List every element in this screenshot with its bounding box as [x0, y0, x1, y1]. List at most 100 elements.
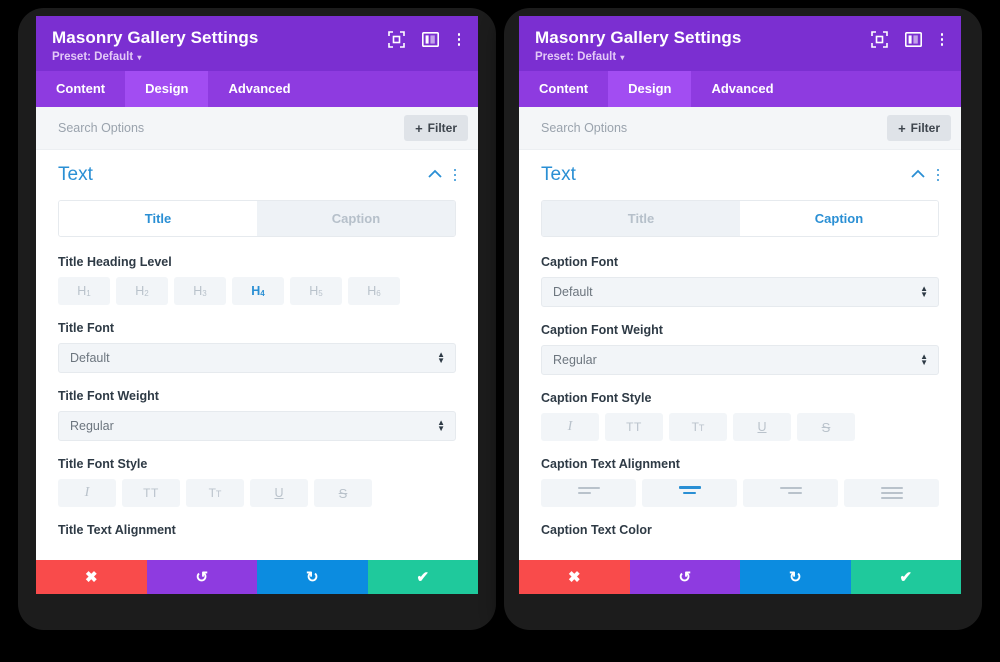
more-vertical-icon[interactable]	[456, 33, 463, 46]
redo-button[interactable]: ↻	[740, 560, 851, 594]
filter-button[interactable]: + Filter	[887, 115, 951, 141]
uppercase-icon-button[interactable]: TT	[122, 479, 180, 507]
save-icon: ✔	[899, 568, 913, 586]
toggle-caption[interactable]: Caption	[740, 201, 938, 236]
uppercase-icon: TT	[626, 420, 642, 434]
more-vertical-icon[interactable]	[936, 168, 939, 182]
layout-panel-icon-button[interactable]	[421, 31, 439, 48]
tab-advanced[interactable]: Advanced	[208, 71, 310, 107]
section-header: Text	[541, 164, 939, 186]
tab-content[interactable]: Content	[36, 71, 125, 107]
uppercase-icon: TT	[143, 486, 159, 500]
underline-icon: U	[757, 420, 767, 434]
toggle-title[interactable]: Title	[59, 201, 257, 236]
spinner-arrows-icon: ▲ ▼	[920, 285, 928, 299]
preset-label: Preset: Default	[535, 51, 617, 63]
heading-level-group: H1H2H3H4H5H6	[58, 277, 456, 305]
section-header: Text	[58, 164, 456, 186]
heading-level-h1[interactable]: H1	[58, 277, 110, 305]
heading-level-number: 1	[86, 288, 91, 298]
underline-icon-button[interactable]: U	[733, 413, 791, 441]
tab-design[interactable]: Design	[608, 71, 692, 107]
chevron-down-icon: ▼	[920, 358, 928, 367]
select-control[interactable]: Regular ▲ ▼	[541, 345, 939, 375]
layout-panel-icon-button[interactable]	[904, 31, 922, 48]
more-vertical-icon[interactable]	[453, 168, 456, 182]
undo-button[interactable]: ↺	[629, 560, 740, 594]
select-value: Default	[70, 351, 110, 365]
options-body: Text Title Caption Caption Font Default ▲ ▼ Cap…	[519, 150, 961, 560]
dot	[940, 38, 943, 41]
chevron-up-icon	[427, 169, 442, 178]
collapse-toggle[interactable]	[427, 166, 442, 184]
toggle-caption[interactable]: Caption	[257, 201, 455, 236]
line	[880, 492, 903, 494]
line	[678, 486, 701, 489]
select-control[interactable]: Regular ▲ ▼	[58, 411, 456, 441]
align-right-icon	[779, 487, 802, 499]
undo-button[interactable]: ↺	[146, 560, 257, 594]
italic-icon-button[interactable]: I	[58, 479, 116, 507]
align-center-icon-button[interactable]	[642, 479, 737, 507]
chevron-down-icon: ▼	[437, 424, 445, 433]
action-bar: ✖ ↺ ↻ ✔	[36, 560, 478, 594]
select-control[interactable]: Default ▲ ▼	[58, 343, 456, 373]
cancel-icon: ✖	[84, 568, 98, 586]
save-button[interactable]: ✔	[367, 560, 478, 594]
save-icon: ✔	[416, 568, 430, 586]
heading-level-h5[interactable]: H5	[290, 277, 342, 305]
focus-icon	[387, 31, 405, 48]
italic-icon-button[interactable]: I	[541, 413, 599, 441]
select-control[interactable]: Default ▲ ▼	[541, 277, 939, 307]
align-right-icon-button[interactable]	[743, 479, 838, 507]
tab-bar: Content Design Advanced	[519, 71, 961, 107]
field: Title Heading Level H 1 H 2 H 3 H 4 H 5 H 6	[58, 255, 456, 305]
tab-design[interactable]: Design	[125, 71, 209, 107]
focus-icon-button[interactable]	[870, 31, 888, 48]
align-justify-icon-button[interactable]	[844, 479, 939, 507]
cancel-button[interactable]: ✖	[519, 560, 630, 594]
cancel-button[interactable]: ✖	[36, 560, 147, 594]
line	[779, 487, 802, 489]
align-justify-icon	[880, 487, 903, 499]
more-vertical-icon[interactable]	[939, 33, 946, 46]
header-titles: Masonry Gallery Settings Preset: Default …	[535, 28, 741, 63]
underline-icon: U	[274, 486, 284, 500]
collapse-toggle[interactable]	[910, 166, 925, 184]
preset-selector[interactable]: Preset: Default ▾	[52, 51, 258, 63]
redo-button[interactable]: ↻	[257, 560, 368, 594]
panel-title: Masonry Gallery Settings	[52, 28, 259, 47]
header-icon-group	[870, 28, 946, 48]
select-value: Default	[553, 285, 593, 299]
toggle-title[interactable]: Title	[542, 201, 740, 236]
uppercase-icon-button[interactable]: TT	[605, 413, 663, 441]
title-caption-toggle: Title Caption	[58, 200, 456, 237]
filter-button[interactable]: + Filter	[404, 115, 468, 141]
smallcaps-icon-button[interactable]: TT	[669, 413, 727, 441]
align-left-icon-button[interactable]	[541, 479, 636, 507]
smallcaps-icon-button[interactable]: TT	[186, 479, 244, 507]
preset-selector[interactable]: Preset: Default ▾	[535, 51, 741, 63]
heading-level-h6[interactable]: H6	[348, 277, 400, 305]
dot	[936, 168, 939, 172]
tab-advanced[interactable]: Advanced	[691, 71, 793, 107]
heading-level-number: 6	[376, 288, 381, 298]
focus-icon-button[interactable]	[387, 31, 405, 48]
heading-level-number: 2	[144, 288, 149, 298]
spinner-arrows-icon: ▲ ▼	[437, 419, 445, 433]
underline-icon-button[interactable]: U	[250, 479, 308, 507]
strikethrough-icon-button[interactable]: S	[797, 413, 855, 441]
heading-level-h4[interactable]: H4	[232, 277, 284, 305]
heading-level-h3[interactable]: H3	[174, 277, 226, 305]
select-value: Regular	[70, 419, 114, 433]
save-button[interactable]: ✔	[850, 560, 961, 594]
search-input[interactable]: Search Options	[58, 121, 144, 135]
align-center-icon	[678, 486, 701, 500]
heading-level-number: 3	[202, 288, 207, 298]
heading-level-h2[interactable]: H2	[116, 277, 168, 305]
search-input[interactable]: Search Options	[541, 121, 627, 135]
tab-content[interactable]: Content	[519, 71, 608, 107]
strikethrough-icon-button[interactable]: S	[314, 479, 372, 507]
panel-header: Masonry Gallery Settings Preset: Default …	[36, 16, 478, 71]
line	[880, 497, 903, 499]
